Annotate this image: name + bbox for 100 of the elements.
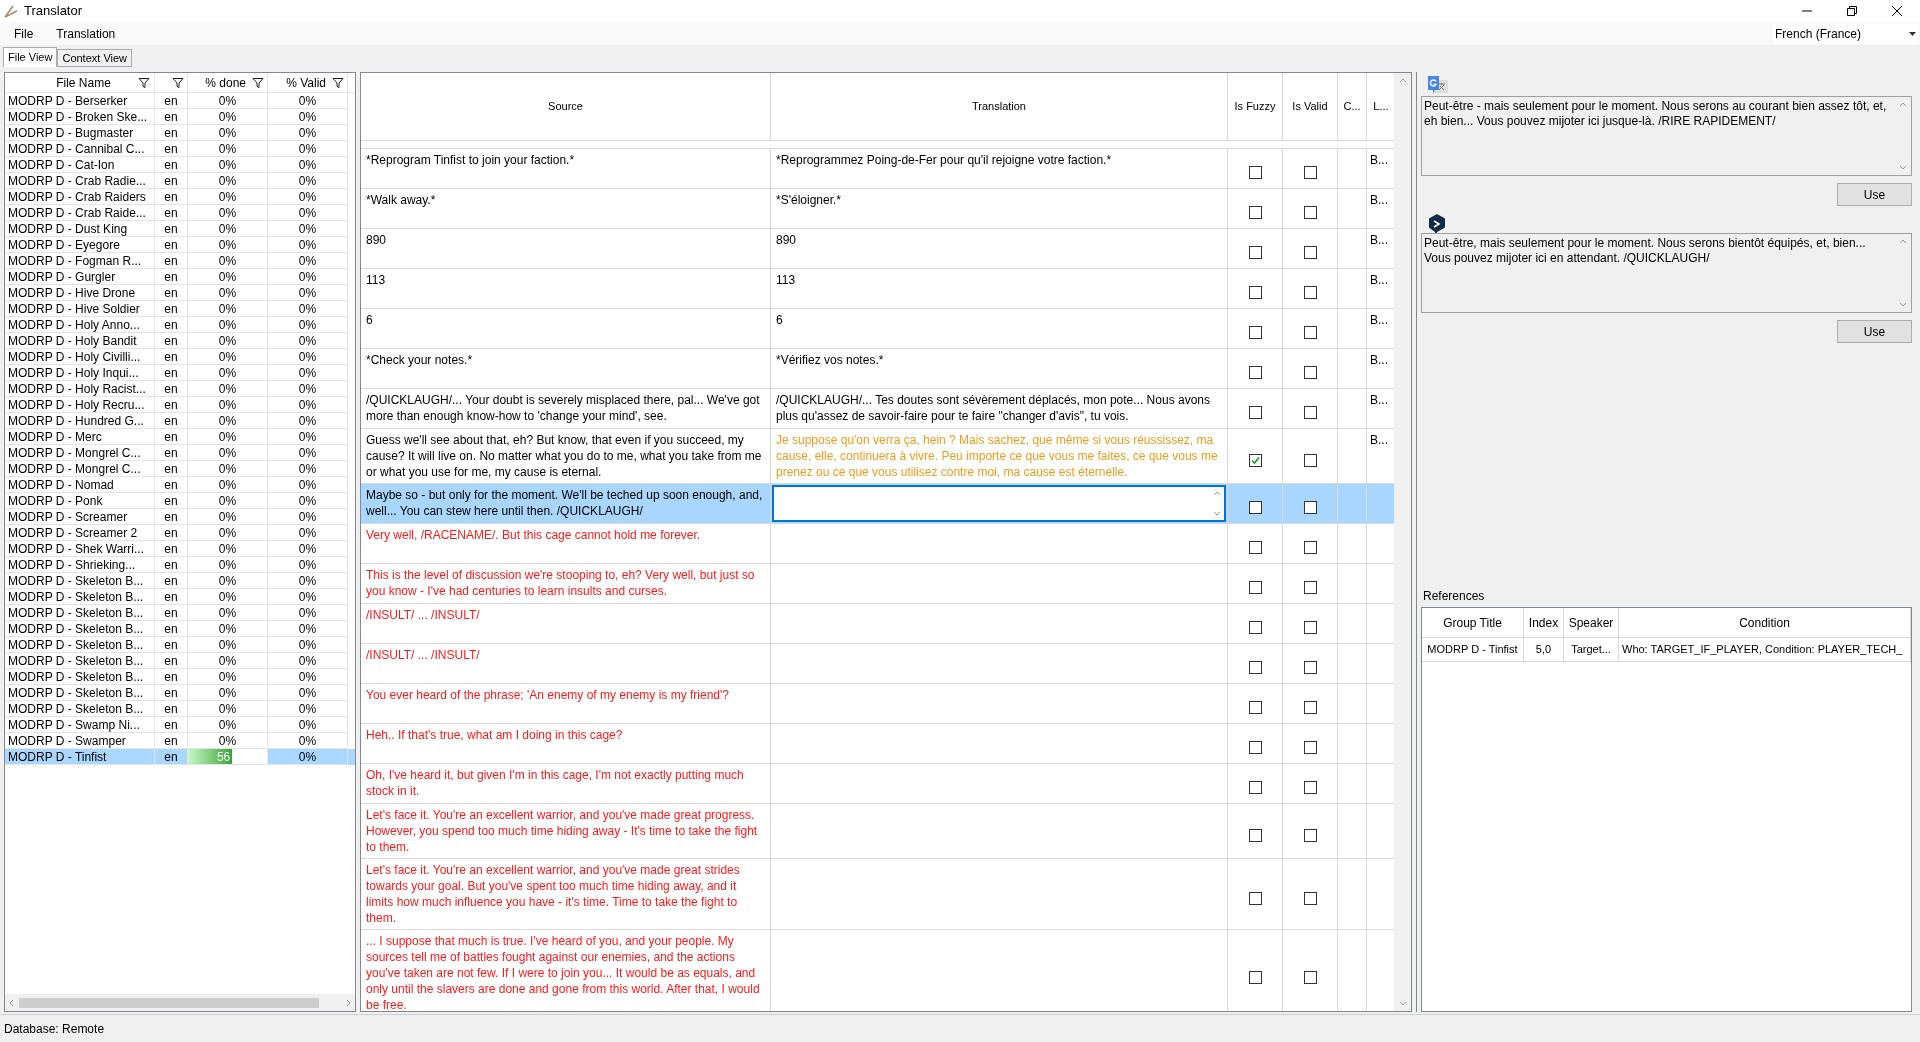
table-cell: B... xyxy=(1370,273,1388,287)
column-header[interactable]: % Valid xyxy=(286,73,326,92)
checkbox[interactable] xyxy=(1303,781,1317,794)
source-text: Oh, I've heard it, but given I'm in this cage, I'm not exactly putting much stock in it. xyxy=(366,768,744,798)
use-button[interactable]: Use xyxy=(1837,320,1912,343)
caret-icon[interactable] xyxy=(1909,31,1916,36)
source-text: 890 xyxy=(366,233,387,247)
checkbox[interactable] xyxy=(1303,366,1317,379)
checkbox[interactable] xyxy=(1248,581,1262,594)
column-header[interactable]: Is Valid xyxy=(1292,98,1328,115)
checkbox[interactable] xyxy=(1303,166,1317,179)
checkbox[interactable] xyxy=(1303,501,1317,514)
source-text: Let's face it. You're an excellent warrior, and you've made great progress. However, you spend too much time hiding away - It's time to take the fight to them. xyxy=(366,808,758,854)
logo-icon xyxy=(1427,213,1447,235)
translation-input[interactable] xyxy=(772,485,1226,522)
source-text: *Check your notes.* xyxy=(366,353,473,367)
column-header[interactable]: Source xyxy=(548,98,583,115)
close-icon[interactable] xyxy=(1892,6,1902,16)
column-header[interactable]: Is Fuzzy xyxy=(1234,98,1276,115)
checkbox[interactable] xyxy=(1248,501,1262,514)
table-cell-text: MODRP D - Tinfist xyxy=(1427,642,1518,658)
table-cell: B... xyxy=(1370,233,1388,247)
column-header[interactable]: Group Title xyxy=(1443,613,1502,632)
checkbox[interactable] xyxy=(1248,828,1262,842)
table-cell: B... xyxy=(1370,393,1388,407)
filter-icon[interactable] xyxy=(138,76,150,89)
app-icon xyxy=(3,3,19,19)
source-text: /QUICKLAUGH/... Your doubt is severely misplaced there, pal... We've got more than enough know-how to 'change your mind', see. xyxy=(366,393,760,423)
checkbox[interactable] xyxy=(1248,891,1262,905)
checkbox[interactable] xyxy=(1303,891,1317,905)
column-header[interactable]: Index xyxy=(1528,613,1559,632)
translation-text: *Reprogrammez Poing-de-Fer pour qu'il rejoigne votre faction.* xyxy=(776,152,1112,169)
progress-fill: 56 xyxy=(188,749,233,764)
table-cell: B... xyxy=(1370,313,1388,327)
column-header[interactable]: L... xyxy=(1373,98,1389,115)
translation-text: 6 xyxy=(776,312,783,329)
checkbox[interactable] xyxy=(1303,406,1317,419)
checkbox[interactable] xyxy=(1248,781,1262,794)
suggestion-box[interactable]: Peut-être, mais seulement pour le moment. Nous serons bientôt équipés, et, bien... Vous pouvez mijoter ici en attendant. /QUICKLAUGH/ xyxy=(1421,233,1912,313)
checkbox[interactable] xyxy=(1303,581,1317,594)
use-button[interactable]: Use xyxy=(1837,183,1912,206)
column-header[interactable]: Speaker xyxy=(1568,613,1614,632)
checkbox[interactable] xyxy=(1303,828,1317,842)
checkbox[interactable] xyxy=(1303,326,1317,339)
table-cell: B... xyxy=(1370,153,1388,167)
source-text: Let's face it. You're an excellent warrior, and you've made great strides towards your goal. But you've spent too much time hiding away, and it limits how much influence you have - it's time. Time to take the fight to them. xyxy=(366,863,740,925)
table-cell: B... xyxy=(1370,193,1388,207)
column-header[interactable]: C... xyxy=(1343,98,1361,115)
checkbox[interactable] xyxy=(1248,701,1262,714)
checkbox[interactable] xyxy=(1248,741,1262,754)
language-dropdown[interactable]: French (France) xyxy=(1773,23,1918,44)
chevron-icon[interactable] xyxy=(1213,510,1221,517)
column-header[interactable]: Condition xyxy=(1739,613,1790,632)
checkbox[interactable] xyxy=(1248,366,1262,379)
checkbox[interactable] xyxy=(1248,286,1262,299)
translation-text: 890 xyxy=(776,232,797,249)
checkbox[interactable] xyxy=(1248,621,1262,634)
view-tab[interactable]: Context View xyxy=(57,49,133,67)
file-row[interactable]: MODRP D - Tinfist en 56 0% xyxy=(5,749,355,765)
table-cell: B... xyxy=(1370,353,1388,367)
restore-icon[interactable] xyxy=(1847,6,1857,16)
source-text: *Reprogram Tinfist to join your faction.* xyxy=(366,153,575,167)
source-text: You ever heard of the phrase; 'An enemy of my enemy is my friend'? xyxy=(366,688,729,702)
menu-item[interactable]: Translation xyxy=(47,24,125,43)
translation-text: *S'éloigner.* xyxy=(776,192,841,209)
chevron-icon[interactable] xyxy=(1213,490,1221,497)
translation-text: Je suppose qu'on verra ça, hein ? Mais sachez, que même si vous réussissez, ma cause, elle, continuera à vivre. Peu importe ce que vous me faites, ce que vous me prenez ou ce que vous utilisez contre moi, ma cause est éternelle. xyxy=(776,432,1219,480)
source-text: This is the level of discussion we're stooping to, eh? Very well, but just so you know - I've had centuries to learn insults and curses. xyxy=(366,568,755,598)
column-header[interactable]: Translation xyxy=(972,98,1026,115)
checkbox[interactable] xyxy=(1303,286,1317,299)
checkbox[interactable] xyxy=(1303,970,1317,984)
checkbox[interactable] xyxy=(1248,166,1262,179)
view-tab[interactable]: File View xyxy=(3,47,58,67)
checkbox[interactable] xyxy=(1303,541,1317,554)
table-cell-text: Who: TARGET_IF_PLAYER, Condition: PLAYER_TECH_ xyxy=(1622,642,1903,658)
filter-icon[interactable] xyxy=(332,76,344,89)
checkbox[interactable] xyxy=(1248,453,1262,467)
filter-icon[interactable] xyxy=(252,76,264,89)
column-header[interactable]: % done xyxy=(205,73,246,92)
checkbox[interactable] xyxy=(1248,661,1262,674)
checkbox[interactable] xyxy=(1303,701,1317,714)
table-cell-text: 5,0 xyxy=(1535,642,1552,658)
checkbox[interactable] xyxy=(1303,621,1317,634)
checkbox[interactable] xyxy=(1303,661,1317,674)
table-cell-text: Target... xyxy=(1571,642,1611,658)
checkbox[interactable] xyxy=(1248,246,1262,259)
checkbox[interactable] xyxy=(1303,246,1317,259)
checkbox[interactable] xyxy=(1248,406,1262,419)
column-header[interactable]: File Name xyxy=(56,73,111,92)
checkbox[interactable] xyxy=(1248,206,1262,219)
checkbox[interactable] xyxy=(1248,326,1262,339)
suggestion-box[interactable]: Peut-être - mais seulement pour le moment. Nous serons au courant bien assez tôt, et, eh bien... Vous pouvez mijoter ici jusque-là. /RIRE RAPIDEMENT/ xyxy=(1421,96,1912,176)
menu-item[interactable]: File xyxy=(5,24,43,43)
checkbox[interactable] xyxy=(1303,453,1317,467)
checkbox[interactable] xyxy=(1248,970,1262,984)
source-text: /INSULT/ ... /INSULT/ xyxy=(366,608,480,622)
checkbox[interactable] xyxy=(1303,741,1317,754)
filter-icon[interactable] xyxy=(172,76,184,89)
checkbox[interactable] xyxy=(1303,206,1317,219)
checkbox[interactable] xyxy=(1248,541,1262,554)
